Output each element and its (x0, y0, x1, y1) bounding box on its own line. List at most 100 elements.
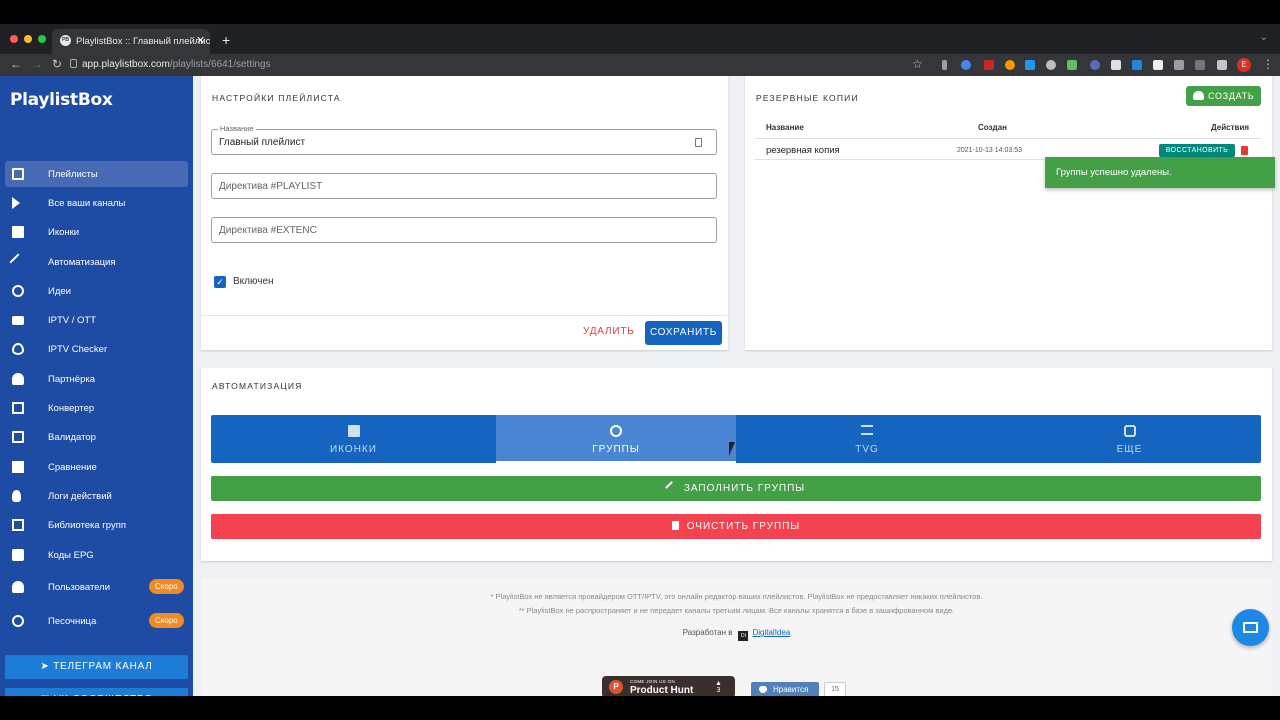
settings-card-title: Настройки плейлиста (212, 93, 341, 103)
sidebar-item-2[interactable]: Все ваши каналы (5, 190, 188, 216)
extension-icon[interactable] (1195, 60, 1205, 70)
extension-icon[interactable] (1090, 60, 1100, 70)
sidebar-item-1[interactable]: Плейлисты (5, 161, 188, 187)
profile-avatar[interactable]: E (1237, 58, 1251, 72)
close-tab-icon[interactable]: ✕ (196, 34, 205, 47)
vk-like-button[interactable]: Нравится (751, 682, 819, 696)
extension-icon[interactable] (1046, 60, 1056, 70)
sidebar-item-4[interactable]: Автоматизация (5, 249, 188, 275)
sidebar-item-5[interactable]: Идеи (5, 278, 188, 304)
sidebar-item-label: Конвертер (48, 403, 95, 414)
create-backup-button[interactable]: Создать (1186, 86, 1261, 106)
puzzle-icon (1123, 425, 1136, 437)
forward-icon[interactable]: → (31, 57, 43, 71)
product-hunt-badge[interactable]: P COME JOIN US ON Product Hunt ▲ 3 (602, 676, 735, 696)
fill-groups-label: Заполнить группы (683, 483, 806, 494)
automation-tab-label: Группы (592, 444, 640, 455)
close-window-button[interactable] (10, 35, 18, 43)
book-icon (1243, 622, 1258, 633)
sidebar-item-8[interactable]: Партнёрка (5, 366, 188, 392)
success-toast[interactable]: Группы успешно удалены. (1045, 157, 1275, 188)
globe-icon (12, 615, 24, 627)
extension-icon[interactable] (961, 60, 971, 70)
enabled-checkbox[interactable]: ✓ (214, 276, 226, 288)
compare-icon (12, 461, 24, 473)
playlist-directive-field[interactable]: Директива #PLAYLIST (211, 173, 717, 199)
extensions-puzzle-icon[interactable] (1217, 60, 1227, 70)
sidebar-item-label: IPTV Checker (48, 344, 108, 355)
sidebar-item-label: Коды EPG (48, 550, 94, 561)
product-hunt-vote-count: 3 (716, 687, 721, 694)
sidebar-item-11[interactable]: Сравнение (5, 454, 188, 480)
coming-soon-badge: Скоро (149, 613, 184, 628)
extension-icon[interactable] (1005, 60, 1015, 70)
back-icon[interactable]: ← (10, 57, 22, 71)
extension-icon[interactable] (1153, 60, 1163, 70)
extension-icon[interactable] (1132, 60, 1142, 70)
tab-search-icon[interactable]: ⌄ (1260, 32, 1268, 43)
extension-icon[interactable] (942, 60, 947, 70)
sidebar-item-16[interactable]: Песочница Скоро (5, 608, 188, 634)
sidebar-item-12[interactable]: Логи действий (5, 483, 188, 509)
sidebar-item-14[interactable]: Коды EPG (5, 542, 188, 568)
automation-tab-3[interactable]: TVG (736, 415, 998, 463)
reload-icon[interactable]: ↻ (52, 57, 62, 71)
create-backup-label: Создать (1208, 91, 1255, 101)
sidebar-item-7[interactable]: IPTV Checker (5, 336, 188, 362)
extension-icon[interactable] (1067, 60, 1077, 70)
tab-title: PlaylistBox :: Главный плейлист (76, 36, 210, 47)
heart-icon (759, 686, 767, 693)
fill-groups-button[interactable]: Заполнить группы (211, 476, 1261, 501)
sidebar-item-label: Библиотека групп (48, 520, 126, 531)
footer-note-privacy: ** PlaylistBox не распространяет и не пе… (518, 606, 955, 615)
card-divider (201, 315, 727, 316)
extension-icon[interactable] (1174, 60, 1184, 70)
playlist-name-field[interactable]: Название Главный плейлист (211, 124, 717, 155)
extension-icon[interactable] (1025, 60, 1035, 70)
extension-icon[interactable] (984, 60, 994, 70)
automation-tab-4[interactable]: Еще (998, 415, 1261, 463)
automation-tab-1[interactable]: Иконки (211, 415, 496, 463)
telegram-label: Телеграм канал (53, 661, 153, 672)
lightbulb-icon (12, 285, 24, 297)
restore-backup-button[interactable]: Восстановить (1159, 144, 1235, 157)
lock-icon[interactable] (70, 59, 77, 68)
vk-community-button[interactable]: ▣ VK сообщество (5, 688, 188, 696)
sidebar-item-label: Плейлисты (48, 169, 98, 180)
help-book-button[interactable] (1232, 609, 1269, 646)
digitalidea-link[interactable]: DigitalIdea (752, 628, 790, 637)
clear-groups-button[interactable]: Очистить группы (211, 514, 1261, 539)
new-tab-icon[interactable]: + (222, 32, 230, 48)
telegram-channel-button[interactable]: ➤ Телеграм канал (5, 655, 188, 679)
bookmark-star-icon[interactable]: ☆ (912, 57, 923, 71)
minimize-window-button[interactable] (24, 35, 32, 43)
automation-tab-2[interactable]: Группы (496, 415, 736, 463)
vk-like-count: 15 (824, 682, 846, 696)
extenc-directive-field[interactable]: Директива #EXTENC (211, 217, 717, 243)
footer-note-ott: * PlaylistBox не является провайдером OT… (490, 592, 983, 601)
sidebar-item-13[interactable]: Библиотека групп (5, 512, 188, 538)
clipboard-icon (695, 138, 702, 147)
trash-icon[interactable] (1241, 146, 1248, 155)
maximize-window-button[interactable] (38, 35, 46, 43)
save-button[interactable]: Сохранить (645, 321, 722, 345)
tv-icon (12, 549, 24, 561)
delete-button[interactable]: Удалить (583, 326, 635, 337)
sidebar-item-9[interactable]: Конвертер (5, 395, 188, 421)
product-hunt-small-text: COME JOIN US ON (630, 679, 676, 684)
image-icon (12, 226, 24, 238)
sidebar-item-15[interactable]: Пользователи Скоро (5, 574, 188, 600)
image-icon (347, 425, 360, 437)
brand-logo[interactable]: PlaylistBox (10, 90, 113, 110)
extension-icon[interactable] (1111, 60, 1121, 70)
enabled-label: Включен (233, 276, 274, 287)
playlist-name-label: Название (218, 124, 256, 133)
sidebar-item-10[interactable]: Валидатор (5, 424, 188, 450)
address-input[interactable]: app.playlistbox.com/playlists/6641/setti… (82, 59, 270, 70)
browser-tab[interactable]: PB PlaylistBox :: Главный плейлист (52, 29, 210, 54)
browser-menu-icon[interactable]: ⋮ (1262, 57, 1274, 71)
sidebar-item-3[interactable]: Иконки (5, 219, 188, 245)
sidebar-item-6[interactable]: IPTV / OTT (5, 307, 188, 333)
sidebar-item-label: Сравнение (48, 462, 97, 473)
automation-tab-label: TVG (855, 444, 879, 455)
